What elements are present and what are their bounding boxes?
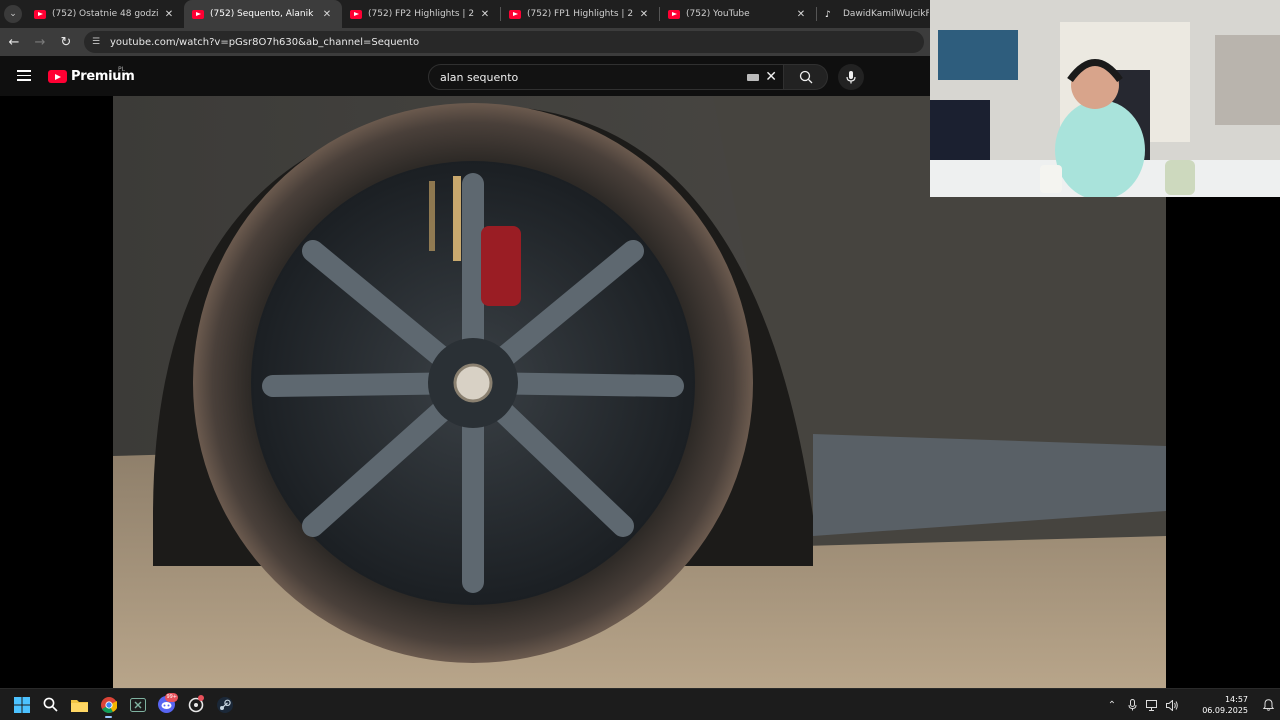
- clear-search-icon[interactable]: ✕: [765, 69, 777, 85]
- bell-icon: [1262, 699, 1274, 711]
- menu-icon[interactable]: [17, 70, 31, 81]
- reload-icon: ↻: [60, 34, 72, 50]
- tab-label: (752) Sequento, Alanik - ZNOW: [210, 9, 316, 19]
- notification-dot: [198, 694, 204, 701]
- tab-label: (752) FP2 Highlights | 2025 Itali: [368, 9, 474, 19]
- network-button[interactable]: [1142, 699, 1162, 711]
- webcam-overlay: [930, 0, 1280, 197]
- tab-ostatnie-48-godzin[interactable]: (752) Ostatnie 48 godzin... - Yo ✕: [26, 0, 184, 28]
- forward-button[interactable]: →: [28, 30, 52, 54]
- chrome-button[interactable]: [94, 691, 123, 719]
- search-input[interactable]: alan sequento ✕: [428, 64, 784, 90]
- voice-search-button[interactable]: [838, 64, 864, 90]
- search-icon: [799, 70, 812, 84]
- taskbar: 99+ ⌃ 14:57 06.09.2025: [0, 688, 1280, 720]
- url-text: youtube.com/watch?v=pGsr8O7h630&ab_chann…: [110, 36, 420, 48]
- system-tray: ⌃ 14:57 06.09.2025: [1102, 689, 1280, 720]
- search-icon: [43, 697, 58, 712]
- site-info-icon[interactable]: ☰: [92, 37, 104, 47]
- region-code: PL: [118, 66, 125, 73]
- wheel-center-cap: [453, 363, 493, 403]
- taskbar-search-button[interactable]: [36, 691, 65, 719]
- clock-time: 14:57: [1224, 695, 1248, 704]
- youtube-icon: [509, 9, 521, 19]
- chevron-up-icon: ⌃: [1107, 699, 1117, 711]
- desktop-screen: ⌄ (752) Ostatnie 48 godzin... - Yo ✕ (75…: [0, 0, 1280, 720]
- xbox-app-button[interactable]: [123, 691, 152, 719]
- brake-caliper: [481, 226, 521, 306]
- tab-fp2-highlights[interactable]: (752) FP2 Highlights | 2025 Itali ✕: [342, 0, 500, 28]
- arrow-right-icon: →: [34, 34, 46, 50]
- steam-button[interactable]: [210, 691, 239, 719]
- close-icon[interactable]: ✕: [162, 9, 176, 20]
- search-button[interactable]: [784, 64, 828, 90]
- notification-badge: 99+: [165, 692, 178, 702]
- windows-icon: [13, 696, 30, 713]
- tab-label: (752) FP1 Highlights | 2025 Itali: [527, 9, 633, 19]
- youtube-icon: [192, 9, 204, 19]
- notifications-button[interactable]: [1256, 699, 1280, 711]
- tab-tiktok[interactable]: ♪ DawidKamilWujcikFameM: [817, 0, 937, 28]
- close-icon[interactable]: ✕: [794, 9, 808, 20]
- clock-date: 06.09.2025: [1202, 706, 1248, 715]
- chrome-icon: [100, 696, 117, 713]
- close-icon[interactable]: ✕: [320, 9, 334, 20]
- volume-button[interactable]: [1162, 699, 1182, 711]
- app-button[interactable]: [181, 691, 210, 719]
- tab-fp1-highlights[interactable]: (752) FP1 Highlights | 2025 Itali ✕: [501, 0, 659, 28]
- tab-search-button[interactable]: ⌄: [0, 0, 26, 28]
- microphone-icon: [1128, 699, 1136, 711]
- close-icon[interactable]: ✕: [637, 9, 651, 20]
- keyboard-icon[interactable]: [747, 73, 760, 81]
- tab-label: (752) YouTube: [686, 9, 750, 19]
- youtube-icon: [34, 9, 46, 19]
- start-button[interactable]: [7, 691, 36, 719]
- back-button[interactable]: ←: [2, 30, 26, 54]
- microphone-tray-button[interactable]: [1122, 699, 1142, 711]
- xbox-icon: [129, 697, 146, 712]
- speaker-icon: [1165, 699, 1178, 711]
- tab-youtube[interactable]: (752) YouTube ✕: [660, 0, 816, 28]
- search-query: alan sequento: [440, 70, 519, 84]
- discord-button[interactable]: 99+: [152, 691, 181, 719]
- close-icon[interactable]: ✕: [478, 9, 492, 20]
- reload-button[interactable]: ↻: [54, 30, 78, 54]
- arrow-left-icon: ←: [8, 34, 20, 50]
- youtube-logo[interactable]: Premium PL: [48, 66, 135, 84]
- folder-icon: [71, 699, 88, 712]
- tiktok-icon: ♪: [825, 9, 831, 20]
- file-explorer-button[interactable]: [65, 691, 94, 719]
- tab-sequento-alanik[interactable]: (752) Sequento, Alanik - ZNOW ✕: [184, 0, 342, 28]
- steam-icon: [216, 696, 233, 713]
- show-hidden-icons-button[interactable]: ⌃: [1102, 700, 1122, 711]
- clock[interactable]: 14:57 06.09.2025: [1188, 694, 1248, 716]
- address-bar[interactable]: ☰ youtube.com/watch?v=pGsr8O7h630&ab_cha…: [84, 31, 924, 53]
- tab-label: DawidKamilWujcikFameM: [843, 9, 929, 19]
- youtube-icon: [668, 9, 680, 19]
- webcam-image: [930, 0, 1280, 197]
- tab-label: (752) Ostatnie 48 godzin... - Yo: [52, 9, 158, 19]
- youtube-icon: [350, 9, 362, 19]
- network-icon: [1145, 699, 1157, 711]
- youtube-icon: [48, 70, 67, 83]
- chevron-down-icon: ⌄: [4, 5, 22, 23]
- microphone-icon: [846, 71, 856, 84]
